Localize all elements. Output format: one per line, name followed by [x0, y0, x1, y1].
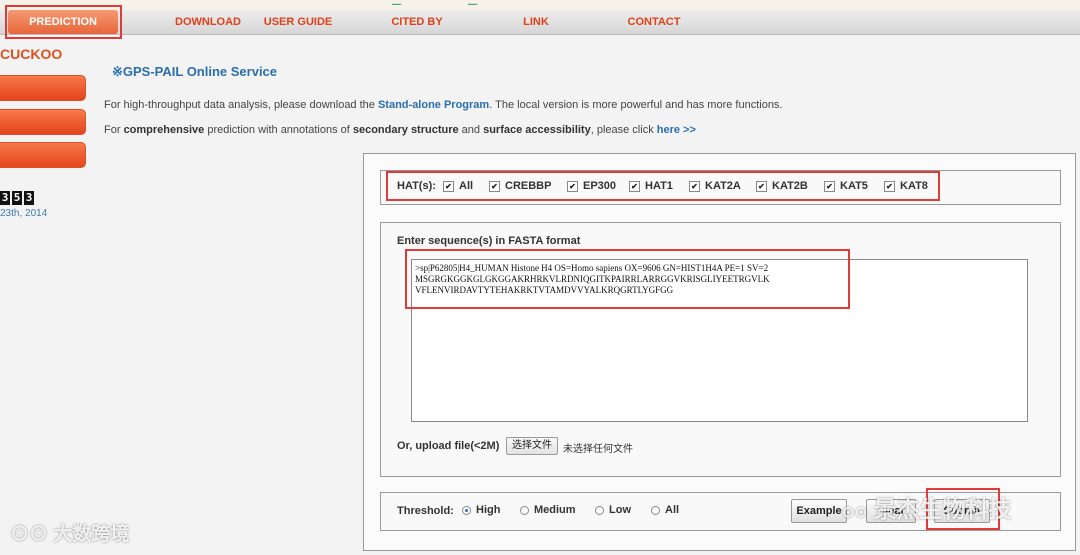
service-title: ※GPS-PAIL Online Service	[112, 64, 278, 79]
counter-digit: 5	[12, 191, 22, 205]
radio-high[interactable]: High	[462, 504, 500, 516]
info-text: . The local version is more powerful and…	[489, 99, 783, 111]
checkbox-kat2b[interactable]: ✔ KAT2B	[756, 180, 808, 192]
info-text: and	[458, 124, 484, 136]
radio-label: Low	[609, 504, 631, 516]
radio-empty-icon[interactable]	[520, 505, 529, 515]
checkbox-kat2a[interactable]: ✔ KAT2A	[689, 180, 741, 192]
sidebar-button-3[interactable]	[0, 142, 86, 168]
sidebar-button-1[interactable]	[0, 75, 86, 101]
checkbox-label: CREBBP	[505, 180, 552, 192]
nav-contact[interactable]: CONTACT	[604, 10, 704, 34]
checkbox-label: KAT5	[840, 180, 868, 192]
counter-digit: 3	[24, 191, 34, 205]
info-bold: secondary structure	[352, 124, 459, 136]
submit-button[interactable]: Submit	[934, 499, 990, 523]
radio-label: All	[665, 504, 680, 516]
hat-label: HAT(s):	[397, 180, 436, 192]
checkbox-check-icon[interactable]: ✔	[756, 180, 767, 192]
sequence-label: Enter sequence(s) in FASTA format	[397, 235, 581, 247]
brand-logo-text: CUCKOO	[0, 46, 63, 62]
info-bold: comprehensive	[123, 124, 205, 136]
checkbox-label: All	[459, 180, 474, 192]
checkbox-label: HAT1	[645, 180, 673, 192]
watermark-text: 大数跨境	[53, 524, 130, 545]
banner-fragment: ▂▂▂	[392, 0, 402, 5]
nav-cited-by[interactable]: CITED BY	[366, 10, 468, 34]
info-line-standalone: For high-throughput data analysis, pleas…	[104, 99, 783, 111]
checkbox-check-icon[interactable]: ✔	[567, 180, 578, 192]
threshold-label: Threshold:	[397, 505, 454, 517]
nav-user-guide[interactable]: USER GUIDE	[232, 10, 364, 34]
checkbox-label: EP300	[583, 180, 617, 192]
radio-all[interactable]: All	[651, 504, 679, 516]
radio-label: High	[476, 504, 501, 516]
checkbox-kat8[interactable]: ✔ KAT8	[884, 180, 928, 192]
info-text: For high-throughput data analysis, pleas…	[104, 99, 378, 111]
top-navigation: PREDICTION DOWNLOAD USER GUIDE CITED BY …	[0, 10, 1080, 35]
watermark-left: ⊙⊙ 大数跨境	[10, 519, 129, 546]
checkbox-check-icon[interactable]: ✔	[884, 180, 895, 192]
nav-link[interactable]: LINK	[495, 10, 577, 34]
example-button[interactable]: Example	[791, 499, 847, 523]
info-bold: surface accessibility	[483, 124, 591, 136]
sidebar-button-2[interactable]	[0, 109, 86, 135]
info-line-comprehensive: For comprehensive prediction with annota…	[104, 124, 696, 136]
choose-file-button[interactable]: 选择文件	[506, 437, 558, 455]
checkbox-check-icon[interactable]: ✔	[489, 180, 500, 192]
radio-selected-icon[interactable]	[462, 505, 471, 515]
header-banner-strip: ▂▂▂ ▂▂▂	[0, 0, 1080, 10]
counter-digit: 3	[0, 191, 10, 205]
wechat-logo-icon: ⊙⊙	[10, 524, 49, 545]
info-text: For	[104, 124, 124, 136]
checkbox-crebbp[interactable]: ✔ CREBBP	[489, 180, 551, 192]
here-link[interactable]: here >>	[657, 124, 696, 136]
sequence-textarea[interactable]: >sp|P62805|H4_HUMAN Histone H4 OS=Homo s…	[411, 259, 1028, 422]
checkbox-check-icon[interactable]: ✔	[443, 180, 454, 192]
checkbox-hat1[interactable]: ✔ HAT1	[629, 180, 673, 192]
checkbox-label: KAT8	[900, 180, 928, 192]
checkbox-all[interactable]: ✔ All	[443, 180, 473, 192]
clear-button[interactable]: Clear	[866, 499, 916, 523]
info-text: prediction with annotations of	[204, 124, 353, 136]
radio-low[interactable]: Low	[595, 504, 631, 516]
checkbox-label: KAT2A	[705, 180, 741, 192]
checkbox-check-icon[interactable]: ✔	[824, 180, 835, 192]
radio-medium[interactable]: Medium	[520, 504, 576, 516]
banner-fragment: ▂▂▂	[468, 0, 478, 5]
checkbox-ep300[interactable]: ✔ EP300	[567, 180, 616, 192]
radio-label: Medium	[534, 504, 576, 516]
radio-empty-icon[interactable]	[651, 505, 660, 515]
visitor-counter: 3 5 3	[0, 191, 34, 205]
standalone-program-link[interactable]: Stand-alone Program	[378, 99, 489, 111]
nav-prediction[interactable]: PREDICTION	[8, 10, 118, 34]
checkbox-check-icon[interactable]: ✔	[689, 180, 700, 192]
checkbox-label: KAT2B	[772, 180, 808, 192]
info-text: , please click	[590, 124, 657, 136]
upload-label: Or, upload file(<2M)	[397, 440, 500, 452]
counter-date: 23th, 2014	[0, 208, 48, 219]
file-status-text: 未选择任何文件	[563, 444, 633, 455]
radio-empty-icon[interactable]	[595, 505, 604, 515]
checkbox-check-icon[interactable]: ✔	[629, 180, 640, 192]
checkbox-kat5[interactable]: ✔ KAT5	[824, 180, 868, 192]
